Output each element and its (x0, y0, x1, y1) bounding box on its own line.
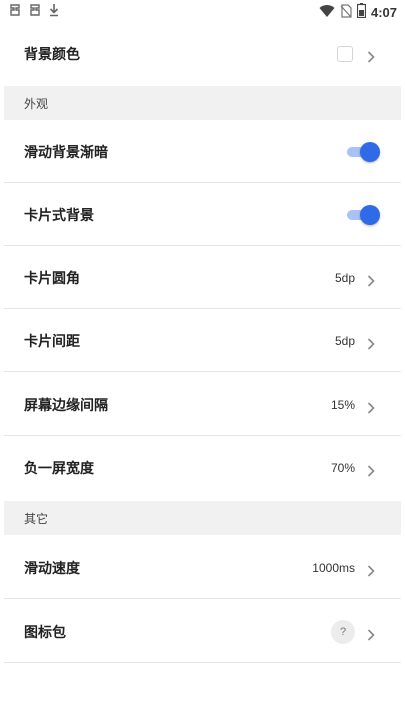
card-corner-row[interactable]: 卡片圆角 5dp (4, 246, 401, 309)
card-background-toggle[interactable] (346, 204, 380, 225)
section-title: 外观 (24, 97, 49, 111)
minus-one-width-label: 负一屏宽度 (24, 460, 94, 477)
notification-app-icon (8, 3, 22, 19)
chevron-right-icon (367, 462, 375, 481)
divider (4, 662, 401, 663)
scroll-speed-row[interactable]: 滑动速度 1000ms (4, 536, 401, 599)
card-corner-value: 5dp (334, 270, 355, 285)
color-swatch (337, 45, 353, 62)
notification-app-icon (28, 3, 42, 19)
toggle-thumb (360, 204, 380, 225)
background-color-label: 背景颜色 (24, 46, 80, 63)
toggle-thumb (360, 141, 380, 162)
download-icon (48, 3, 62, 19)
card-background-label: 卡片式背景 (24, 207, 94, 224)
minus-one-width-row[interactable]: 负一屏宽度 70% (4, 436, 401, 499)
section-appearance: 外观 (4, 86, 401, 120)
screen-edge-spacing-row[interactable]: 屏幕边缘间隔 15% (4, 373, 401, 436)
status-bar: 4:07 (0, 0, 405, 24)
scroll-bg-fade-label: 滑动背景渐暗 (24, 144, 108, 161)
section-title: 其它 (24, 512, 49, 526)
card-corner-label: 卡片圆角 (24, 270, 80, 287)
scroll-speed-label: 滑动速度 (24, 560, 80, 577)
status-right-icons: 4:07 (319, 3, 397, 22)
screen-edge-spacing-value: 15% (330, 397, 355, 412)
chevron-right-icon (367, 335, 375, 354)
chevron-right-icon (367, 399, 375, 418)
scroll-speed-value: 1000ms (312, 560, 355, 575)
divider (4, 371, 401, 372)
scroll-bg-fade-row[interactable]: 滑动背景渐暗 (4, 120, 401, 183)
no-sim-icon (340, 3, 352, 22)
card-background-row[interactable]: 卡片式背景 (4, 183, 401, 246)
battery-icon (356, 3, 367, 22)
icon-pack-row[interactable]: 图标包 ? (4, 600, 401, 663)
section-other: 其它 (4, 501, 401, 535)
screen-edge-spacing-label: 屏幕边缘间隔 (24, 397, 108, 414)
background-color-row[interactable]: 背景颜色 (4, 22, 401, 85)
chevron-right-icon (367, 626, 375, 645)
card-spacing-row[interactable]: 卡片间距 5dp (4, 309, 401, 372)
divider (4, 598, 401, 599)
status-left-icons (8, 3, 62, 19)
scroll-bg-fade-toggle[interactable] (346, 141, 380, 162)
status-time: 4:07 (370, 5, 397, 20)
card-spacing-value: 5dp (334, 333, 355, 348)
chevron-right-icon (367, 48, 375, 67)
help-icon: ? (331, 619, 355, 644)
wifi-icon (319, 3, 335, 22)
card-spacing-label: 卡片间距 (24, 333, 80, 350)
minus-one-width-value: 70% (330, 460, 355, 475)
icon-pack-label: 图标包 (24, 624, 66, 641)
chevron-right-icon (367, 272, 375, 291)
chevron-right-icon (367, 562, 375, 581)
